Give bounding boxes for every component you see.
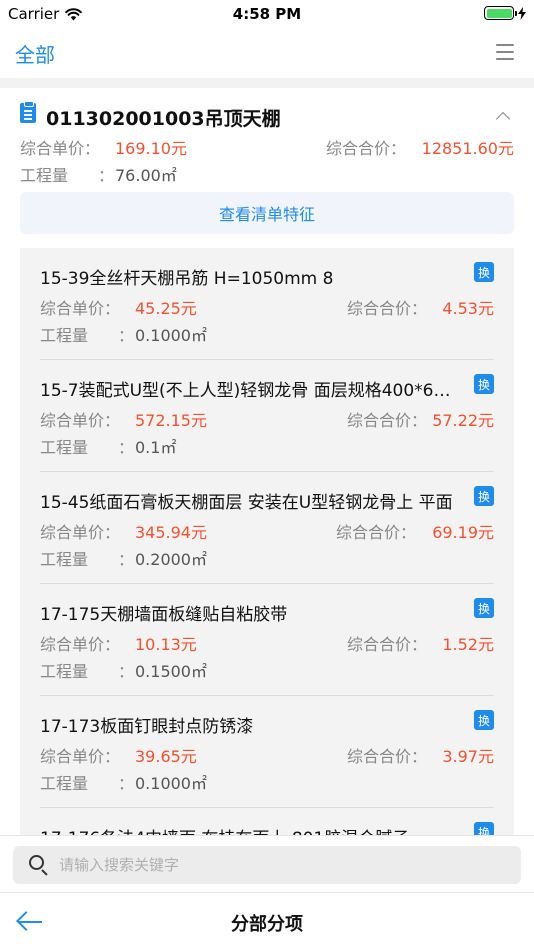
- search-icon: [29, 855, 48, 876]
- item-total-value: 1.52元: [442, 635, 494, 654]
- swap-badge[interactable]: 换: [474, 486, 494, 506]
- battery-body: [484, 6, 517, 20]
- item-title: 17-173板面钉眼封点防锈漆: [40, 717, 254, 737]
- quantity-value: 76.00㎡: [115, 166, 177, 185]
- item-unit-price-label: 综合单价：: [40, 635, 121, 654]
- swap-badge[interactable]: 换: [474, 710, 494, 730]
- item-quantity-value: 0.1㎡: [135, 438, 177, 457]
- status-bar: Carrier 4:58 PM: [0, 0, 534, 28]
- item-total-value: 4.53元: [442, 299, 494, 318]
- search-box[interactable]: [13, 846, 521, 884]
- unit-price-value: 169.10元: [115, 139, 187, 158]
- item-quantity-label: 工程量: [40, 662, 89, 681]
- chevron-up-icon[interactable]: [495, 111, 511, 127]
- item-total-label: 综合合价：: [347, 299, 428, 318]
- item-quantity-colon: ：: [118, 774, 135, 793]
- item-total-label: 综合合价：: [347, 635, 428, 654]
- item-title: 15-7装配式U型(不上人型)轻钢龙骨 面层规格400*600mm: [40, 381, 458, 401]
- item-unit-price-value: 39.65元: [135, 747, 197, 766]
- item-quantity-label: 工程量: [40, 774, 89, 793]
- item-quantity-label: 工程量: [40, 326, 89, 345]
- item-total-label: 综合合价：: [347, 411, 428, 430]
- hamburger-menu-icon[interactable]: [496, 44, 514, 60]
- item-quantity-value: 0.1000㎡: [135, 774, 207, 793]
- item-quantity-colon: ：: [118, 438, 135, 457]
- item-unit-price-label: 综合单价：: [40, 523, 121, 542]
- swap-badge[interactable]: 换: [474, 598, 494, 618]
- item-quantity-value: 0.1000㎡: [135, 326, 207, 345]
- swap-badge[interactable]: 换: [474, 374, 494, 394]
- total-price-value: 12851.60元: [421, 139, 514, 158]
- item-title: 15-39全丝杆天棚吊筋 H=1050mm 8: [40, 269, 334, 289]
- quantity-label: 工程量: [20, 166, 69, 185]
- swap-badge[interactable]: 换: [474, 262, 494, 282]
- clipboard-icon: [20, 101, 36, 123]
- item-title: 17-175天棚墙面板缝贴自粘胶带: [40, 605, 288, 625]
- item-total-value: 69.19元: [432, 523, 494, 542]
- view-features-button[interactable]: 查看清单特征: [20, 192, 514, 234]
- item-total-value: 57.22元: [432, 411, 494, 430]
- item-title: 17-176各法4内墙面 布挂在面上 801胶混合腻子: [40, 824, 458, 835]
- list-item[interactable]: 15-39全丝杆天棚吊筋 H=1050mm 8 换 综合单价： 45.25元 综…: [40, 248, 494, 360]
- item-title: 15-45纸面石膏板天棚面层 安装在U型轻钢龙骨上 平面: [40, 493, 453, 513]
- item-unit-price-value: 10.13元: [135, 635, 197, 654]
- item-quantity-colon: ：: [118, 662, 135, 681]
- item-unit-price-label: 综合单价：: [40, 299, 121, 318]
- list-item[interactable]: 17-175天棚墙面板缝贴自粘胶带 换 综合单价： 10.13元 综合合价： 1…: [40, 584, 494, 696]
- swap-badge[interactable]: 换: [474, 822, 494, 835]
- search-input[interactable]: [59, 846, 509, 884]
- item-total-label: 综合合价：: [347, 747, 428, 766]
- item-quantity-value: 0.1500㎡: [135, 662, 207, 681]
- item-quantity-colon: ：: [118, 550, 135, 569]
- content-scroll-area[interactable]: 011302001003吊顶天棚 综合单价： 169.10元 综合合价： 128…: [0, 88, 534, 835]
- menu-line: [496, 58, 514, 60]
- battery-tip: [515, 11, 517, 16]
- bill-item-header[interactable]: 011302001003吊顶天棚 综合单价： 169.10元 综合合价： 128…: [0, 88, 534, 188]
- sub-items-panel: 15-39全丝杆天棚吊筋 H=1050mm 8 换 综合单价： 45.25元 综…: [20, 248, 514, 835]
- search-area: [0, 835, 534, 892]
- bottom-bar: 分部分项: [0, 892, 534, 950]
- status-time: 4:58 PM: [232, 5, 302, 23]
- item-quantity-value: 0.2000㎡: [135, 550, 207, 569]
- item-quantity-label: 工程量: [40, 438, 89, 457]
- list-item[interactable]: 17-173板面钉眼封点防锈漆 换 综合单价： 39.65元 综合合价： 3.9…: [40, 696, 494, 808]
- item-unit-price-value: 45.25元: [135, 299, 197, 318]
- list-item[interactable]: 17-176各法4内墙面 布挂在面上 801胶混合腻子 换: [40, 808, 494, 835]
- total-price-label: 综合合价：: [326, 139, 407, 158]
- item-quantity-colon: ：: [118, 326, 135, 345]
- item-unit-price-value: 572.15元: [135, 411, 207, 430]
- battery-icon: [484, 6, 526, 20]
- battery-fill: [486, 8, 512, 18]
- item-total-value: 3.97元: [442, 747, 494, 766]
- nav-title-all[interactable]: 全部: [15, 39, 55, 68]
- nav-bar: 全部: [0, 28, 534, 78]
- item-unit-price-label: 综合单价：: [40, 747, 121, 766]
- menu-line: [496, 44, 514, 46]
- menu-line: [496, 51, 514, 53]
- bill-item-title: 011302001003吊顶天棚: [46, 108, 281, 130]
- quantity-colon: ：: [98, 166, 115, 185]
- unit-price-label: 综合单价：: [20, 139, 101, 158]
- list-item[interactable]: 15-45纸面石膏板天棚面层 安装在U型轻钢龙骨上 平面 换 综合单价： 345…: [40, 472, 494, 584]
- charging-icon: [518, 6, 526, 20]
- section-gap: [0, 78, 534, 88]
- item-unit-price-value: 345.94元: [135, 523, 207, 542]
- item-unit-price-label: 综合单价：: [40, 411, 121, 430]
- bottom-title: 分部分项: [231, 914, 303, 935]
- list-item[interactable]: 15-7装配式U型(不上人型)轻钢龙骨 面层规格400*600mm 换 综合单价…: [40, 360, 494, 472]
- item-quantity-label: 工程量: [40, 550, 89, 569]
- item-total-label: 综合合价：: [336, 523, 417, 542]
